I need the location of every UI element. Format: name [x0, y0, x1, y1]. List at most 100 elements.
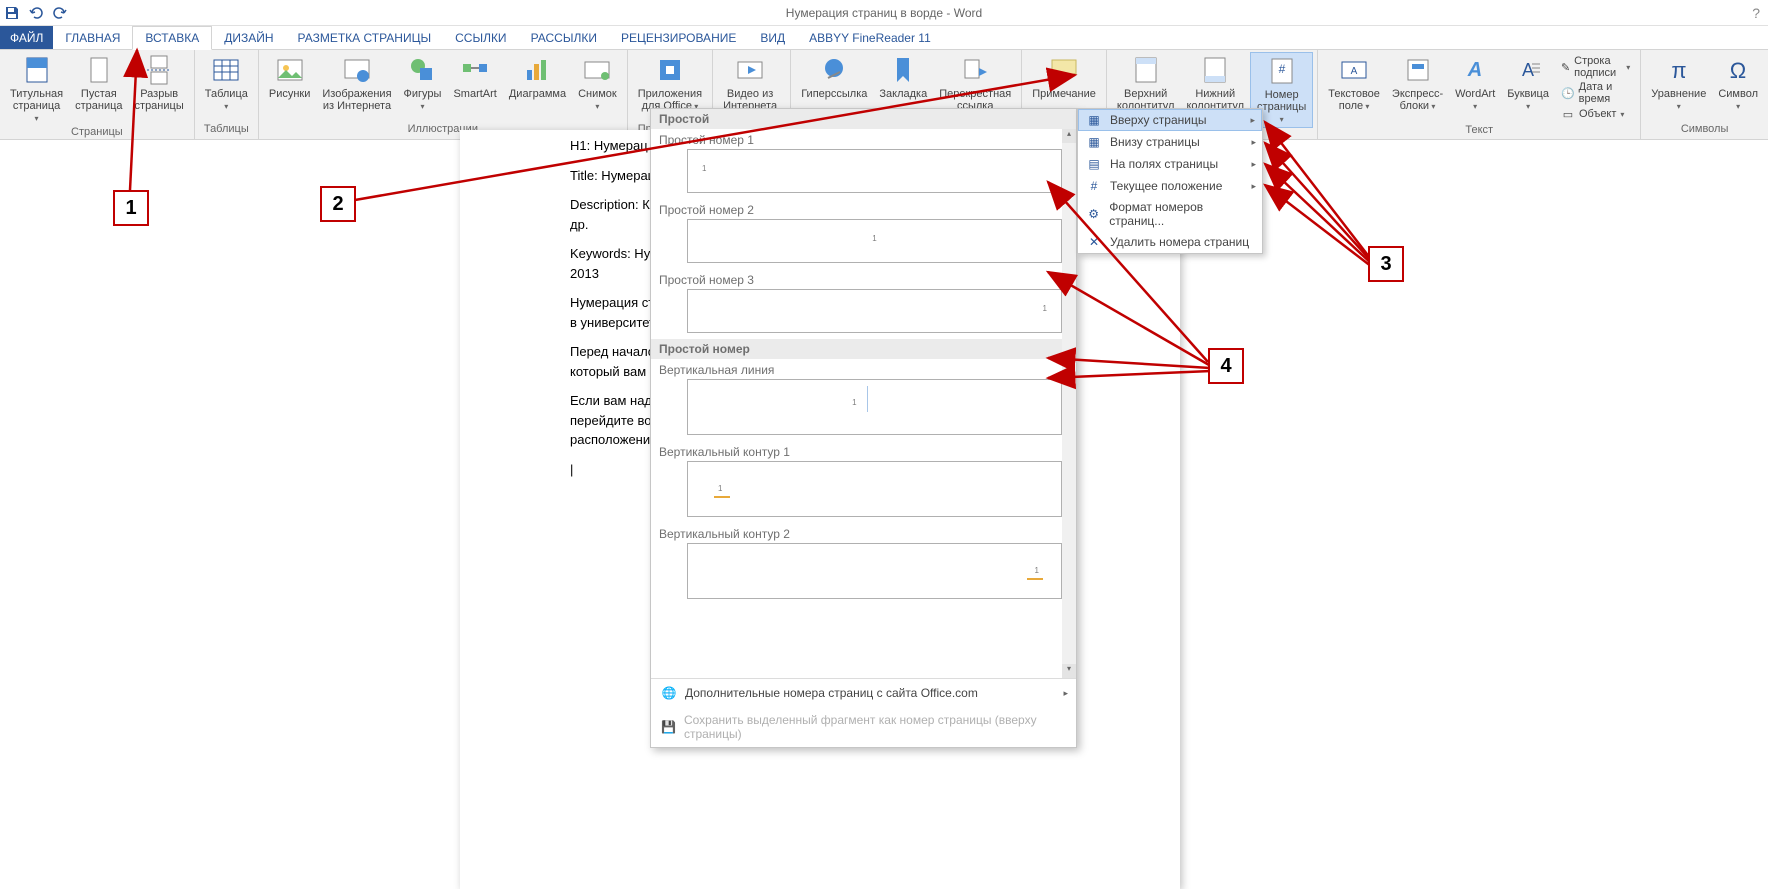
svg-text:A: A — [1467, 59, 1482, 81]
gallery-item-simple-3[interactable]: 1 — [687, 289, 1062, 333]
pictures-icon — [274, 54, 306, 86]
scroll-down-button[interactable]: ▾ — [1062, 664, 1076, 678]
gallery-scrollbar[interactable]: ▴ ▾ — [1062, 129, 1076, 678]
table-label: Таблица — [205, 88, 248, 112]
tab-mailings[interactable]: РАССЫЛКИ — [519, 26, 609, 49]
gallery-item-vline[interactable]: 1 — [687, 379, 1062, 435]
date-time-button[interactable]: 🕒 Дата и время — [1559, 80, 1632, 106]
online-pictures-label: Изображенияиз Интернета — [322, 88, 391, 112]
group-pages-label: Страницы — [4, 126, 190, 140]
apps-for-office-button[interactable]: Приложениядля Office — [632, 52, 708, 114]
gallery-item-label: Вертикальный контур 2 — [651, 523, 1076, 543]
menu-remove-numbers[interactable]: ✕ Удалить номера страниц — [1078, 231, 1262, 253]
menu-label: На полях страницы — [1110, 157, 1218, 171]
footer-icon — [1199, 54, 1231, 86]
menu-label: Вверху страницы — [1110, 113, 1206, 127]
menu-top-of-page[interactable]: ▦ Вверху страницы ▸ — [1078, 109, 1262, 131]
doc-line: расположение — [570, 432, 657, 447]
annotation-4: 4 — [1208, 348, 1244, 384]
menu-bottom-of-page[interactable]: ▦ Внизу страницы ▸ — [1078, 131, 1262, 153]
chevron-right-icon: ▸ — [1251, 137, 1256, 148]
signature-line-button[interactable]: ✎ Строка подписи ▾ — [1559, 54, 1632, 80]
table-button[interactable]: Таблица — [199, 52, 254, 114]
comment-button[interactable]: Примечание — [1026, 52, 1102, 102]
tab-file[interactable]: ФАЙЛ — [0, 26, 53, 49]
dropcap-button[interactable]: A Буквица — [1501, 52, 1555, 114]
menu-page-margins[interactable]: ▤ На полях страницы ▸ — [1078, 153, 1262, 175]
svg-text:#: # — [1278, 62, 1285, 76]
gallery-item-label: Вертикальный контур 1 — [651, 441, 1076, 461]
online-pictures-button[interactable]: Изображенияиз Интернета — [316, 52, 397, 114]
page-margins-icon: ▤ — [1086, 156, 1102, 172]
blank-page-button[interactable]: Пустаястраница — [69, 52, 128, 114]
tab-home[interactable]: ГЛАВНАЯ — [53, 26, 132, 49]
gallery-item-vcontour-1[interactable]: 1 — [687, 461, 1062, 517]
annotation-label: 2 — [320, 186, 356, 222]
svg-text:Ω: Ω — [1730, 58, 1746, 83]
redo-icon[interactable] — [52, 5, 68, 21]
online-video-button[interactable]: Видео изИнтернета — [717, 52, 783, 114]
equation-icon: π — [1663, 54, 1695, 86]
gallery-item-simple-1[interactable]: 1 — [687, 149, 1062, 193]
window-title: Нумерация страниц в ворде - Word — [786, 6, 982, 20]
doc-line: H1: Нумерац — [570, 138, 648, 153]
gallery-item-simple-2[interactable]: 1 — [687, 219, 1062, 263]
hyperlink-button[interactable]: Гиперссылка — [795, 52, 873, 102]
gallery-item-label: Простой номер 3 — [651, 269, 1076, 289]
tab-design[interactable]: ДИЗАЙН — [212, 26, 285, 49]
chart-button[interactable]: Диаграмма — [503, 52, 572, 102]
chevron-right-icon: ▸ — [1251, 181, 1256, 192]
gallery-footer-label: Дополнительные номера страниц с сайта Of… — [685, 686, 978, 700]
chevron-right-icon: ▸ — [1063, 688, 1068, 699]
hyperlink-label: Гиперссылка — [801, 88, 867, 100]
object-button[interactable]: ▭ Объект ▾ — [1559, 106, 1632, 122]
svg-text:π: π — [1671, 58, 1686, 83]
textbox-button[interactable]: A Текстовоеполе — [1322, 52, 1386, 114]
bookmark-button[interactable]: Закладка — [873, 52, 933, 102]
screenshot-icon — [581, 54, 613, 86]
quickparts-button[interactable]: Экспресс-блоки — [1386, 52, 1449, 114]
group-text-label: Текст — [1322, 124, 1636, 138]
comment-label: Примечание — [1032, 88, 1096, 100]
undo-icon[interactable] — [28, 5, 44, 21]
annotation-2: 2 — [320, 186, 356, 222]
table-icon — [210, 54, 242, 86]
group-tables-label: Таблицы — [199, 123, 254, 137]
gallery-item-vcontour-2[interactable]: 1 — [687, 543, 1062, 599]
tab-layout[interactable]: РАЗМЕТКА СТРАНИЦЫ — [286, 26, 444, 49]
equation-button[interactable]: π Уравнение — [1645, 52, 1712, 114]
menu-label: Внизу страницы — [1110, 135, 1200, 149]
svg-text:A: A — [1522, 60, 1534, 80]
crossref-icon — [959, 54, 991, 86]
symbol-button[interactable]: Ω Символ — [1712, 52, 1764, 114]
tab-references[interactable]: ССЫЛКИ — [443, 26, 518, 49]
save-icon[interactable] — [4, 5, 20, 21]
scroll-up-button[interactable]: ▴ — [1062, 129, 1076, 143]
help-icon[interactable]: ? — [1752, 5, 1760, 21]
crossref-button[interactable]: Перекрестнаяссылка — [933, 52, 1017, 114]
cover-page-button[interactable]: Титульнаястраница — [4, 52, 69, 126]
page-break-button[interactable]: Разрывстраницы — [129, 52, 190, 114]
signature-line-icon: ✎ — [1561, 60, 1570, 74]
tab-view[interactable]: ВИД — [748, 26, 797, 49]
doc-line: в университет — [570, 315, 655, 330]
smartart-button[interactable]: SmartArt — [447, 52, 502, 102]
title-bar: Нумерация страниц в ворде - Word ? — [0, 0, 1768, 26]
tab-review[interactable]: РЕЦЕНЗИРОВАНИЕ — [609, 26, 748, 49]
tab-insert[interactable]: ВСТАВКА — [132, 26, 212, 50]
shapes-button[interactable]: Фигуры — [398, 52, 448, 114]
chevron-right-icon: ▸ — [1251, 159, 1256, 170]
bookmark-label: Закладка — [879, 88, 927, 100]
doc-line: Description: Ка — [570, 197, 657, 212]
object-icon: ▭ — [1561, 107, 1575, 121]
wordart-button[interactable]: A WordArt — [1449, 52, 1501, 114]
screenshot-button[interactable]: Снимок — [572, 52, 623, 114]
menu-format-numbers[interactable]: ⚙ Формат номеров страниц... — [1078, 197, 1262, 231]
screenshot-label: Снимок — [578, 88, 617, 112]
save-selection-icon: 💾 — [661, 719, 676, 735]
gallery-footer-label: Сохранить выделенный фрагмент как номер … — [684, 713, 1066, 741]
pictures-button[interactable]: Рисунки — [263, 52, 317, 102]
gallery-more-online[interactable]: 🌐 Дополнительные номера страниц с сайта … — [651, 679, 1076, 707]
tab-finereader[interactable]: ABBYY FineReader 11 — [797, 26, 943, 49]
menu-current-position[interactable]: # Текущее положение ▸ — [1078, 175, 1262, 197]
